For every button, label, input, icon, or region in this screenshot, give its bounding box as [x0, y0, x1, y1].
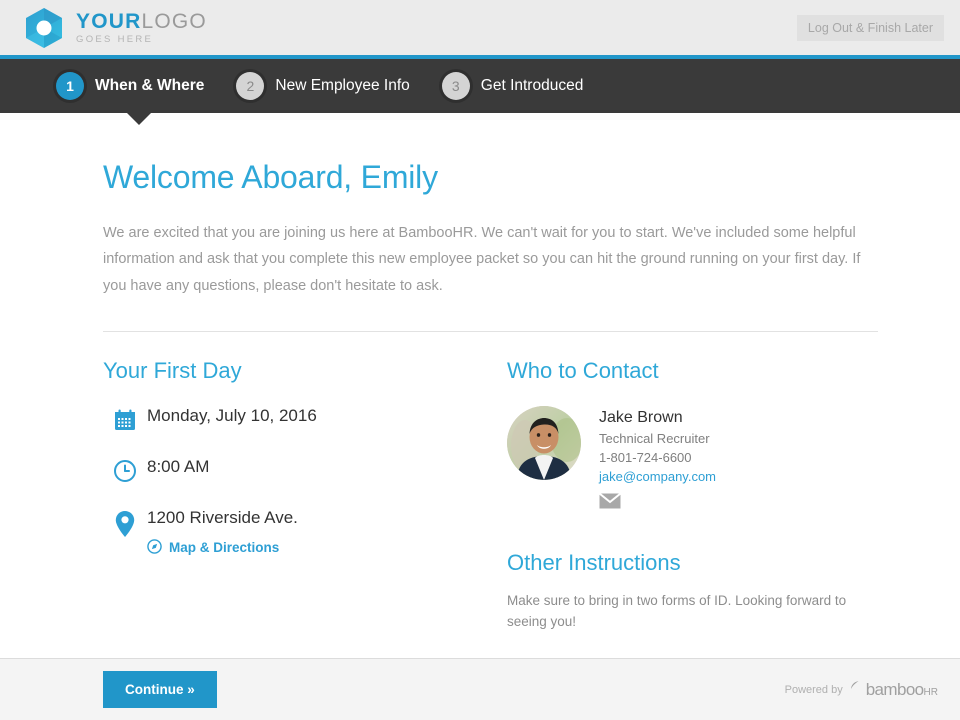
bamboo-leaf-icon — [849, 680, 860, 699]
powered-by: Powered by bambooHR — [785, 680, 938, 700]
logo: YOURLOGO GOES HERE — [22, 6, 207, 50]
content-divider — [103, 331, 878, 333]
step-number-badge: 1 — [56, 72, 84, 100]
instructions-text: Make sure to bring in two forms of ID. L… — [507, 592, 847, 630]
clock-icon — [103, 457, 147, 483]
page-title: Welcome Aboard, Emily — [103, 159, 438, 195]
logo-title: YOURLOGO — [76, 11, 207, 32]
step-label: Get Introduced — [480, 77, 584, 94]
contact-phone: 1-801-724-6600 — [599, 449, 692, 465]
first-day-date: Monday, July 10, 2016 — [147, 406, 317, 426]
logo-title-primary: YOUR — [76, 10, 142, 34]
map-and-directions-link[interactable]: Map & Directions — [147, 538, 280, 557]
contact-card: Jake Brown Technical Recruiter 1-801-724… — [507, 406, 877, 514]
logo-subtitle: GOES HERE — [76, 34, 154, 46]
first-day-time-row: 8:00 AM — [103, 457, 507, 483]
intro-paragraph: We are excited that you are joining us h… — [103, 225, 861, 294]
content-columns: Your First Day Monday, July 10, 2016 8:0… — [103, 358, 884, 633]
hexagon-logo-icon — [22, 6, 66, 50]
avatar-photo — [507, 406, 581, 481]
contact-role: Technical Recruiter — [599, 431, 710, 447]
logo-title-secondary: LOGO — [141, 10, 207, 34]
map-and-directions-label: Map & Directions — [169, 540, 280, 556]
first-day-time: 8:00 AM — [147, 457, 210, 477]
continue-button[interactable]: Continue » — [103, 671, 217, 708]
app-header: YOURLOGO GOES HERE Log Out & Finish Late… — [0, 0, 960, 55]
contact-email-link[interactable]: jake@company.com — [599, 468, 716, 487]
map-pin-icon — [103, 508, 147, 538]
step-item-when-where[interactable]: 1 When & Where — [56, 72, 204, 100]
step-number-badge: 3 — [441, 72, 470, 100]
first-day-date-row: Monday, July 10, 2016 — [103, 406, 507, 432]
step-item-get-introduced[interactable]: 3 Get Introduced — [441, 72, 584, 100]
step-label: When & Where — [95, 77, 205, 94]
footer: Continue » Powered by bambooHR — [0, 658, 960, 720]
step-label: New Employee Info — [275, 77, 410, 94]
envelope-icon[interactable] — [598, 492, 622, 514]
step-navigation: 1 When & Where 2 New Employee Info 3 Get… — [0, 59, 960, 125]
step-item-new-employee-info[interactable]: 2 New Employee Info — [236, 72, 410, 100]
first-day-location: 1200 Riverside Ave. — [147, 508, 298, 528]
logout-button[interactable]: Log Out & Finish Later — [796, 14, 944, 41]
main-content: Welcome Aboard, Emily We are excited tha… — [0, 113, 960, 633]
bamboohr-wordmark-suffix: HR — [923, 686, 938, 698]
bamboohr-wordmark: bambooHR — [865, 679, 938, 699]
powered-by-label: Powered by — [784, 683, 843, 696]
first-day-heading: Your First Day — [103, 358, 242, 384]
right-column: Who to Contact Jake Brown Technical Recr… — [507, 358, 877, 633]
contact-heading: Who to Contact — [507, 358, 659, 384]
compass-icon — [147, 538, 162, 557]
step-number-badge: 2 — [236, 72, 265, 100]
instructions-heading: Other Instructions — [507, 549, 681, 575]
contact-info: Jake Brown Technical Recruiter 1-801-724… — [598, 406, 716, 514]
logo-text: YOURLOGO GOES HERE — [76, 10, 207, 45]
calendar-icon — [103, 406, 147, 432]
first-day-section: Your First Day Monday, July 10, 2016 8:0… — [103, 358, 507, 633]
active-step-pointer-icon — [126, 112, 152, 125]
contact-name: Jake Brown — [599, 409, 683, 427]
first-day-location-row: 1200 Riverside Ave. Map & Directions — [103, 508, 507, 558]
